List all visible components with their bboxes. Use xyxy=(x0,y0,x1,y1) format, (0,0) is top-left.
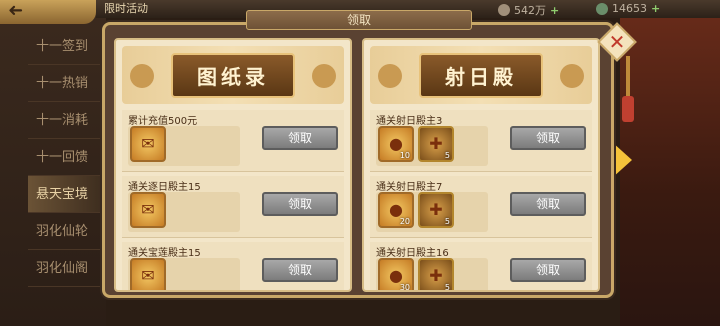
reward-condition: 通关逐日殿主15 xyxy=(128,182,201,193)
activity-tab-label: 限时活动 xyxy=(104,2,148,15)
reward-items: ✉ xyxy=(128,126,240,166)
panel-sun-shooting-hall: 射日殿 通关射日殿主3 ● 10 ✚ 5 领取 通关射日殿主7 ● 20 ✚ 5 领取 … xyxy=(362,38,600,292)
claim-button[interactable]: 领取 xyxy=(510,192,586,216)
orb-item-icon[interactable]: ● 20 xyxy=(378,192,414,228)
tassel-decoration xyxy=(622,56,634,122)
reward-condition: 通关宝莲殿主15 xyxy=(128,248,201,259)
reward-items: ✉ xyxy=(128,258,240,290)
claim-button[interactable]: 领取 xyxy=(510,126,586,150)
reward-row: 通关逐日殿主15 ✉ 领取 xyxy=(122,176,344,238)
claim-button[interactable]: 领取 xyxy=(262,192,338,216)
scroll-item-icon[interactable]: ✉ xyxy=(130,192,166,228)
sidebar-item-treasure-realm[interactable]: 悬天宝境 xyxy=(28,176,104,213)
reward-items: ● 10 ✚ 5 xyxy=(376,126,488,166)
claim-button[interactable]: 领取 xyxy=(510,258,586,282)
claim-button[interactable]: 领取 xyxy=(262,126,338,150)
item-count: 5 xyxy=(444,283,450,292)
back-arrow-icon[interactable] xyxy=(0,0,96,24)
orb-item-icon[interactable]: ● 10 xyxy=(378,126,414,162)
reward-condition: 通关射日殿主16 xyxy=(376,248,449,259)
currency-gold: 14653 + xyxy=(596,2,660,15)
reward-items: ✉ xyxy=(128,192,240,232)
sidebar-item-consume[interactable]: 十一消耗 xyxy=(28,102,104,139)
sidebar-item-feedback[interactable]: 十一回馈 xyxy=(28,139,104,176)
reward-items: ● 30 ✚ 5 xyxy=(376,258,488,292)
chevron-right-icon[interactable] xyxy=(612,142,636,178)
add-silver-button[interactable]: + xyxy=(550,4,559,17)
gold-ingot-icon xyxy=(596,2,608,15)
scroll-item-icon[interactable]: ✉ xyxy=(130,258,166,290)
bag-item-icon[interactable]: ✚ 5 xyxy=(418,192,454,228)
silver-coin-icon xyxy=(498,4,510,16)
panel-title: 射日殿 xyxy=(419,52,543,98)
reward-row: 通关射日殿主7 ● 20 ✚ 5 领取 xyxy=(370,176,592,238)
sidebar-item-immortal-pavilion[interactable]: 羽化仙阁 xyxy=(28,250,104,287)
claim-button[interactable]: 领取 xyxy=(262,258,338,282)
reward-condition: 累计充值500元 xyxy=(128,116,198,127)
bag-item-icon[interactable]: ✚ 5 xyxy=(418,258,454,292)
panel-blueprint: 图纸录 累计充值500元 ✉ 领取 通关逐日殿主15 ✉ 领取 通关宝莲殿主15… xyxy=(114,38,352,292)
reward-row: 累计充值500元 ✉ 领取 xyxy=(122,110,344,172)
orb-item-icon[interactable]: ● 30 xyxy=(378,258,414,292)
reward-items: ● 20 ✚ 5 xyxy=(376,192,488,232)
item-count: 5 xyxy=(444,217,450,226)
sidebar-item-checkin[interactable]: 十一签到 xyxy=(28,28,104,65)
item-count: 30 xyxy=(399,283,410,292)
item-count: 10 xyxy=(399,151,410,160)
item-count: 5 xyxy=(444,151,450,160)
reward-condition: 通关射日殿主7 xyxy=(376,182,443,193)
panel-title: 图纸录 xyxy=(171,52,295,98)
sidebar-item-hot-sale[interactable]: 十一热销 xyxy=(28,65,104,102)
currency-silver: 542万 + xyxy=(498,2,559,18)
bag-item-icon[interactable]: ✚ 5 xyxy=(418,126,454,162)
reward-row: 通关射日殿主3 ● 10 ✚ 5 领取 xyxy=(370,110,592,172)
currency-gold-value: 14653 xyxy=(612,2,647,15)
panel-banner: 图纸录 xyxy=(122,46,344,104)
close-icon: ✕ xyxy=(608,30,626,54)
reward-row: 通关宝莲殿主15 ✉ 领取 xyxy=(122,242,344,290)
reward-condition: 通关射日殿主3 xyxy=(376,116,443,127)
currency-silver-value: 542万 xyxy=(514,4,546,17)
reward-row: 通关射日殿主16 ● 30 ✚ 5 领取 xyxy=(370,242,592,292)
sidebar-item-immortal-wheel[interactable]: 羽化仙轮 xyxy=(28,213,104,250)
add-gold-button[interactable]: + xyxy=(651,2,660,15)
sidebar: 十一签到 十一热销 十一消耗 十一回馈 悬天宝境 羽化仙轮 羽化仙阁 xyxy=(28,28,104,287)
panel-banner: 射日殿 xyxy=(370,46,592,104)
scroll-item-icon[interactable]: ✉ xyxy=(130,126,166,162)
item-count: 20 xyxy=(399,217,410,226)
dialog-title: 领取 xyxy=(246,10,472,30)
